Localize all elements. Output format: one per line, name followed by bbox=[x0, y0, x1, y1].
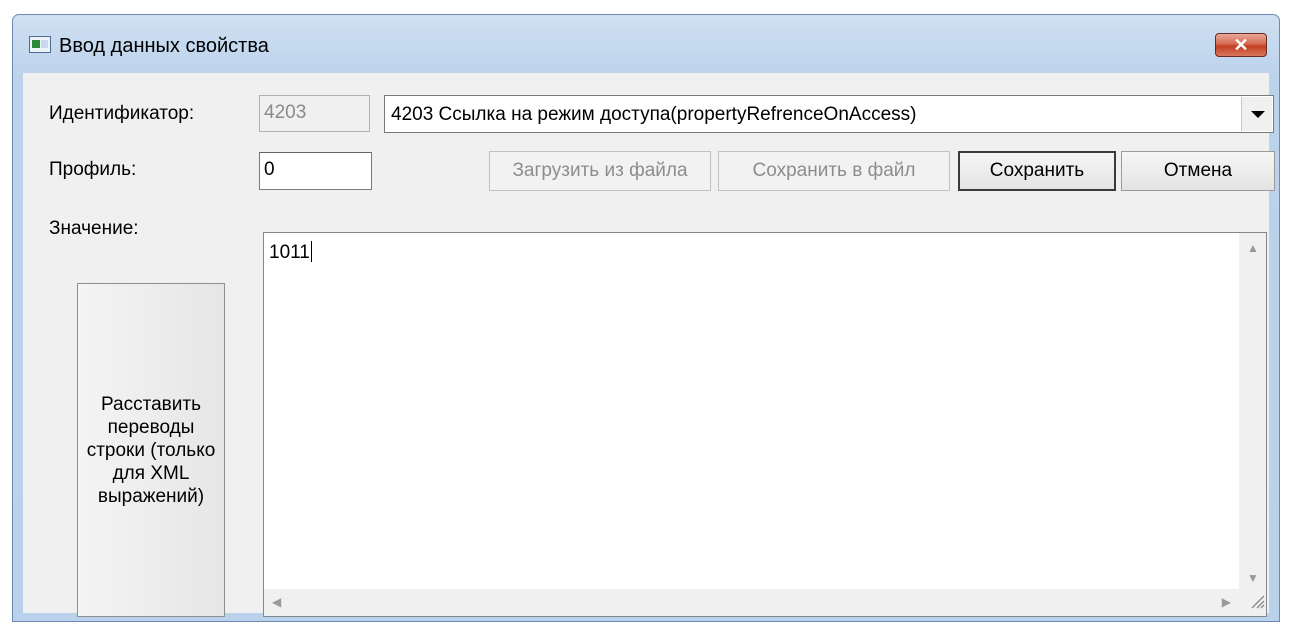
profile-field[interactable]: 0 bbox=[259, 152, 372, 190]
line-breaks-button-label: Расставить переводы строки (только для X… bbox=[86, 393, 216, 507]
dialog-client-area: Идентификатор: 4203 4203 Ссылка на режим… bbox=[23, 73, 1275, 617]
scroll-down-icon[interactable]: ▼ bbox=[1247, 571, 1259, 585]
text-caret bbox=[310, 241, 312, 262]
identifier-combobox[interactable]: 4203 Ссылка на режим доступа(propertyRef… bbox=[384, 95, 1274, 133]
identifier-combobox-value: 4203 Ссылка на режим доступа(propertyRef… bbox=[391, 104, 917, 125]
value-label: Значение: bbox=[49, 218, 139, 239]
close-button[interactable]: ✕ bbox=[1215, 33, 1267, 57]
load-from-file-button[interactable]: Загрузить из файла bbox=[489, 151, 711, 191]
value-text: 1011 bbox=[269, 241, 312, 264]
identifier-label: Идентификатор: bbox=[49, 103, 195, 124]
value-text-content: 1011 bbox=[269, 242, 310, 263]
scroll-up-icon[interactable]: ▲ bbox=[1247, 241, 1259, 255]
cancel-button[interactable]: Отмена bbox=[1121, 151, 1275, 191]
resize-grip-icon[interactable] bbox=[1249, 593, 1265, 609]
title-bar[interactable]: Ввод данных свойства ✕ bbox=[13, 15, 1279, 73]
window-app-icon bbox=[29, 36, 51, 53]
profile-label: Профиль: bbox=[49, 159, 137, 180]
vertical-scrollbar[interactable]: ▲ ▼ bbox=[1239, 233, 1266, 589]
scroll-left-icon[interactable]: ◀ bbox=[272, 595, 281, 609]
save-to-file-button[interactable]: Сохранить в файл bbox=[718, 151, 950, 191]
close-icon: ✕ bbox=[1233, 35, 1249, 55]
window-title: Ввод данных свойства bbox=[59, 35, 269, 57]
scroll-right-icon[interactable]: ▶ bbox=[1222, 595, 1231, 609]
value-textarea[interactable]: 1011 ▲ ▼ ◀ ▶ bbox=[263, 232, 1267, 617]
horizontal-scrollbar[interactable]: ◀ ▶ bbox=[264, 589, 1239, 616]
line-breaks-button[interactable]: Расставить переводы строки (только для X… bbox=[77, 283, 225, 617]
dialog-window: Ввод данных свойства ✕ Идентификатор: 42… bbox=[12, 14, 1280, 622]
identifier-field: 4203 bbox=[259, 95, 370, 132]
save-button[interactable]: Сохранить bbox=[958, 151, 1116, 191]
chevron-down-icon[interactable] bbox=[1241, 97, 1272, 131]
